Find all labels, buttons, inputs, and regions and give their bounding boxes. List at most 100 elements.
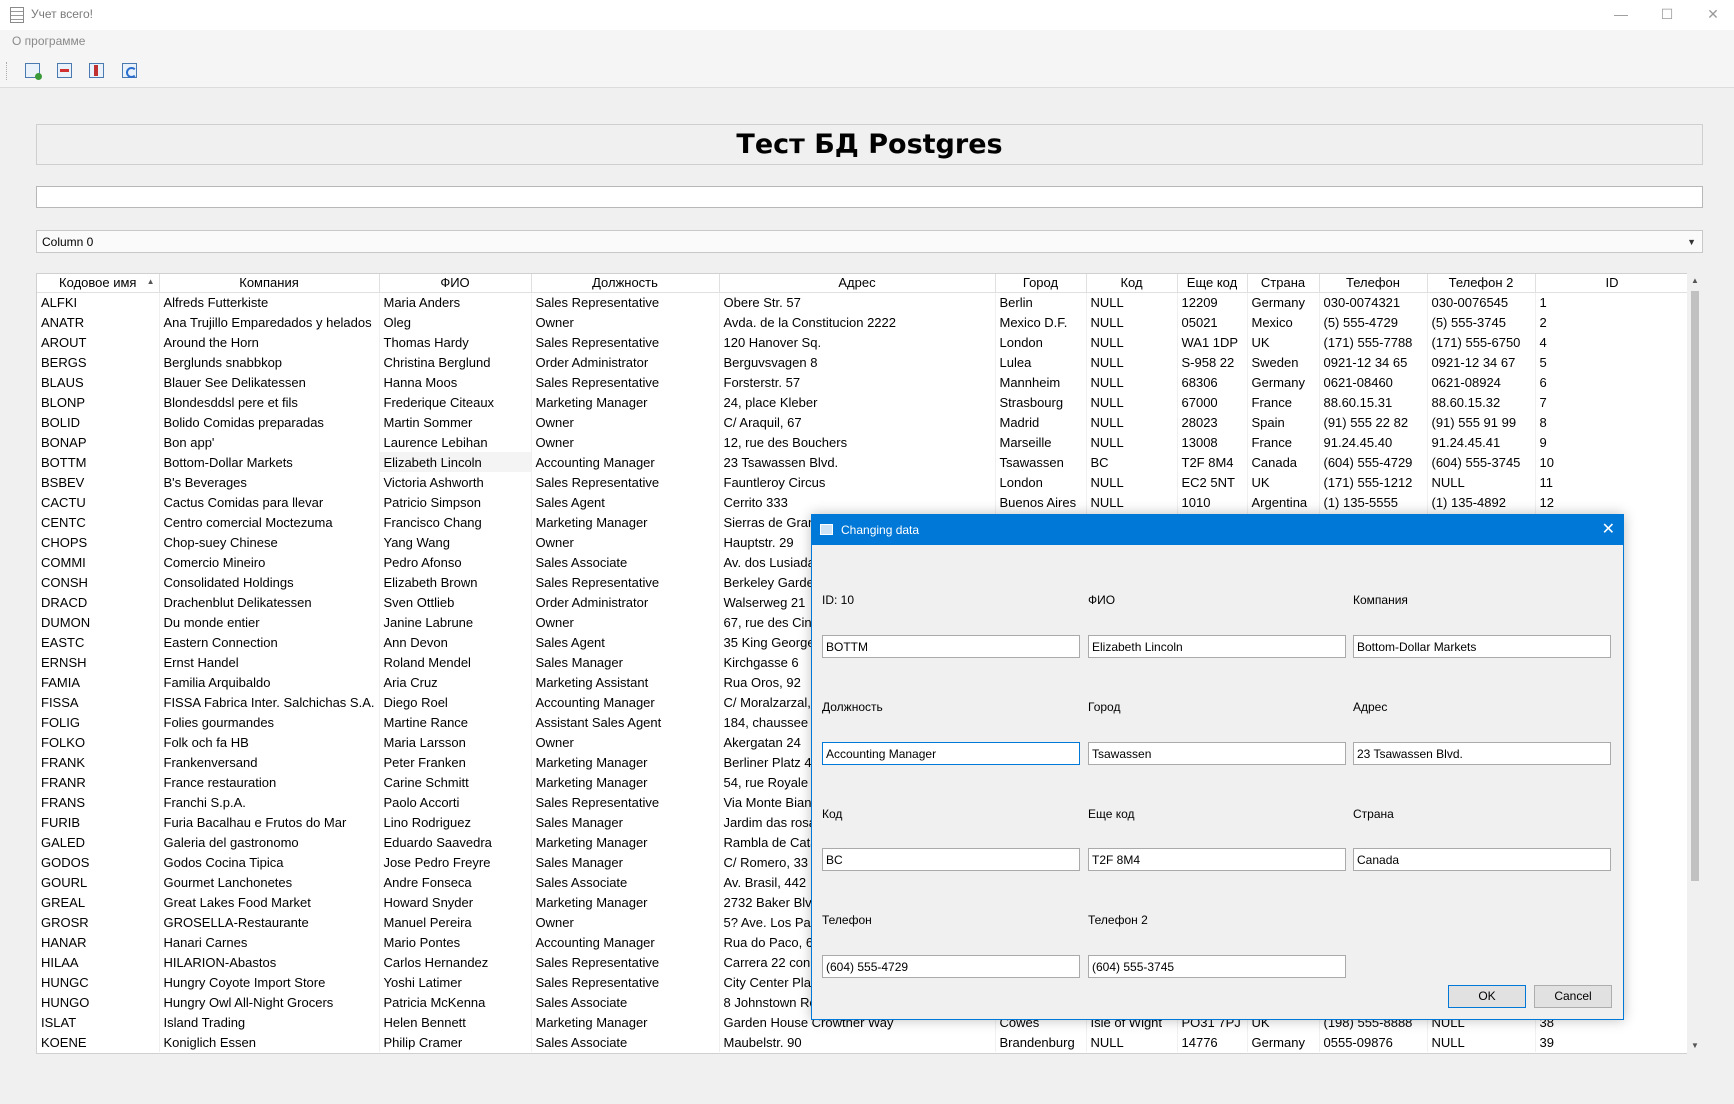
table-cell[interactable]: Frankenversand (159, 752, 380, 772)
table-cell[interactable]: 8 (1535, 412, 1690, 432)
table-cell[interactable]: Owner (531, 612, 720, 632)
table-cell[interactable]: 4 (1535, 332, 1690, 352)
table-cell[interactable]: Bon app' (159, 432, 380, 452)
table-cell[interactable]: Around the Horn (159, 332, 380, 352)
vertical-scrollbar[interactable]: ▲ ▼ (1687, 273, 1703, 1054)
table-cell[interactable]: FOLKO (37, 732, 160, 752)
table-cell[interactable]: Alfreds Futterkiste (159, 292, 380, 312)
table-cell[interactable]: C/ Araquil, 67 (719, 412, 996, 432)
table-cell[interactable]: Godos Cocina Tipica (159, 852, 380, 872)
table-cell[interactable]: EASTC (37, 632, 160, 652)
table-cell[interactable]: ERNSH (37, 652, 160, 672)
column-header[interactable]: Город (995, 274, 1087, 293)
column-select[interactable]: Column 0 ▼ (36, 230, 1703, 253)
table-cell[interactable]: Frederique Citeaux (379, 392, 532, 412)
edit-record-button[interactable] (86, 60, 106, 80)
address-field[interactable]: 23 Tsawassen Blvd. (1353, 742, 1611, 765)
table-cell[interactable]: NULL (1086, 412, 1178, 432)
table-cell[interactable]: 1 (1535, 292, 1690, 312)
table-cell[interactable]: Peter Franken (379, 752, 532, 772)
delete-record-button[interactable] (54, 60, 74, 80)
table-cell[interactable]: Sales Representative (531, 572, 720, 592)
table-cell[interactable]: Yang Wang (379, 532, 532, 552)
table-cell[interactable]: Maria Anders (379, 292, 532, 312)
table-cell[interactable]: NULL (1086, 352, 1178, 372)
table-cell[interactable]: 0621-08924 (1427, 372, 1536, 392)
column-header[interactable]: ФИО (379, 274, 532, 293)
table-cell[interactable]: Janine Labrune (379, 612, 532, 632)
company-field[interactable]: Bottom-Dollar Markets (1353, 635, 1611, 658)
table-cell[interactable]: Ann Devon (379, 632, 532, 652)
table-cell[interactable]: Strasbourg (995, 392, 1087, 412)
table-cell[interactable]: Laurence Lebihan (379, 432, 532, 452)
table-cell[interactable]: Lulea (995, 352, 1087, 372)
table-cell[interactable]: Blondesddsl pere et fils (159, 392, 380, 412)
table-cell[interactable]: Yoshi Latimer (379, 972, 532, 992)
table-cell[interactable]: 12209 (1177, 292, 1248, 312)
table-cell[interactable]: Berglunds snabbkop (159, 352, 380, 372)
table-cell[interactable]: Sales Manager (531, 652, 720, 672)
table-cell[interactable]: Sales Associate (531, 872, 720, 892)
column-header[interactable]: Кодовое имя ▲ (37, 274, 160, 293)
table-cell[interactable]: Sales Representative (531, 792, 720, 812)
table-cell[interactable]: NULL (1086, 392, 1178, 412)
table-row[interactable]: BERGS Berglunds snabbkop Christina Berglun… (37, 352, 1690, 372)
table-cell[interactable]: ISLAT (37, 1012, 160, 1032)
table-cell[interactable]: NULL (1086, 472, 1178, 492)
table-cell[interactable]: 91.24.45.41 (1427, 432, 1536, 452)
table-cell[interactable]: Great Lakes Food Market (159, 892, 380, 912)
table-row[interactable]: ANATR Ana Trujillo Emparedados y helados O… (37, 312, 1690, 332)
table-cell[interactable]: HILAA (37, 952, 160, 972)
table-cell[interactable]: CENTC (37, 512, 160, 532)
table-cell[interactable]: Sales Representative (531, 332, 720, 352)
table-cell[interactable]: FRANS (37, 792, 160, 812)
table-cell[interactable]: Lino Rodriguez (379, 812, 532, 832)
table-row[interactable]: BSBEV B's Beverages Victoria Ashworth Sales… (37, 472, 1690, 492)
table-cell[interactable]: 0555-09876 (1319, 1032, 1428, 1052)
table-cell[interactable]: Germany (1247, 1032, 1320, 1052)
table-cell[interactable]: 11 (1535, 472, 1690, 492)
table-cell[interactable]: Aria Cruz (379, 672, 532, 692)
table-cell[interactable]: 12 (1535, 492, 1690, 512)
ok-button[interactable]: OK (1448, 985, 1526, 1008)
table-cell[interactable]: Sales Associate (531, 552, 720, 572)
table-cell[interactable]: Oleg (379, 312, 532, 332)
table-cell[interactable]: 67000 (1177, 392, 1248, 412)
table-cell[interactable]: Buenos Aires (995, 492, 1087, 512)
table-cell[interactable]: NULL (1086, 1032, 1178, 1052)
table-cell[interactable]: (1) 135-5555 (1319, 492, 1428, 512)
table-cell[interactable]: 13008 (1177, 432, 1248, 452)
table-cell[interactable]: Blauer See Delikatessen (159, 372, 380, 392)
table-cell[interactable]: NULL (1086, 292, 1178, 312)
table-cell[interactable]: Obere Str. 57 (719, 292, 996, 312)
table-cell[interactable]: Carine Schmitt (379, 772, 532, 792)
table-cell[interactable]: 12, rue des Bouchers (719, 432, 996, 452)
table-row[interactable]: BOTTM Bottom-Dollar Markets Elizabeth Linc… (37, 452, 1690, 472)
table-row[interactable]: BLAUS Blauer See Delikatessen Hanna Moos Sa… (37, 372, 1690, 392)
add-record-button[interactable] (22, 60, 42, 80)
table-cell[interactable]: 6 (1535, 372, 1690, 392)
table-cell[interactable]: 7 (1535, 392, 1690, 412)
column-header[interactable]: Код (1086, 274, 1178, 293)
table-cell[interactable]: Germany (1247, 292, 1320, 312)
table-cell[interactable]: Paolo Accorti (379, 792, 532, 812)
dialog-close-button[interactable]: ✕ (1602, 519, 1615, 539)
table-cell[interactable]: GROSELLA-Restaurante (159, 912, 380, 932)
table-cell[interactable]: FAMIA (37, 672, 160, 692)
city-field[interactable]: Tsawassen (1088, 742, 1346, 765)
table-cell[interactable]: Philip Cramer (379, 1032, 532, 1052)
table-cell[interactable]: Patricio Simpson (379, 492, 532, 512)
table-cell[interactable]: France restauration (159, 772, 380, 792)
table-cell[interactable]: 88.60.15.31 (1319, 392, 1428, 412)
toolbar-grip[interactable] (6, 62, 9, 80)
table-cell[interactable]: (1) 135-4892 (1427, 492, 1536, 512)
table-cell[interactable]: Accounting Manager (531, 692, 720, 712)
table-cell[interactable]: T2F 8M4 (1177, 452, 1248, 472)
table-cell[interactable]: Sales Agent (531, 632, 720, 652)
table-cell[interactable]: 14776 (1177, 1032, 1248, 1052)
maximize-button[interactable]: ☐ (1644, 0, 1690, 30)
table-cell[interactable]: 23 Tsawassen Blvd. (719, 452, 996, 472)
table-cell[interactable]: Order Administrator (531, 592, 720, 612)
table-cell[interactable]: Owner (531, 732, 720, 752)
table-cell[interactable]: Elizabeth Brown (379, 572, 532, 592)
